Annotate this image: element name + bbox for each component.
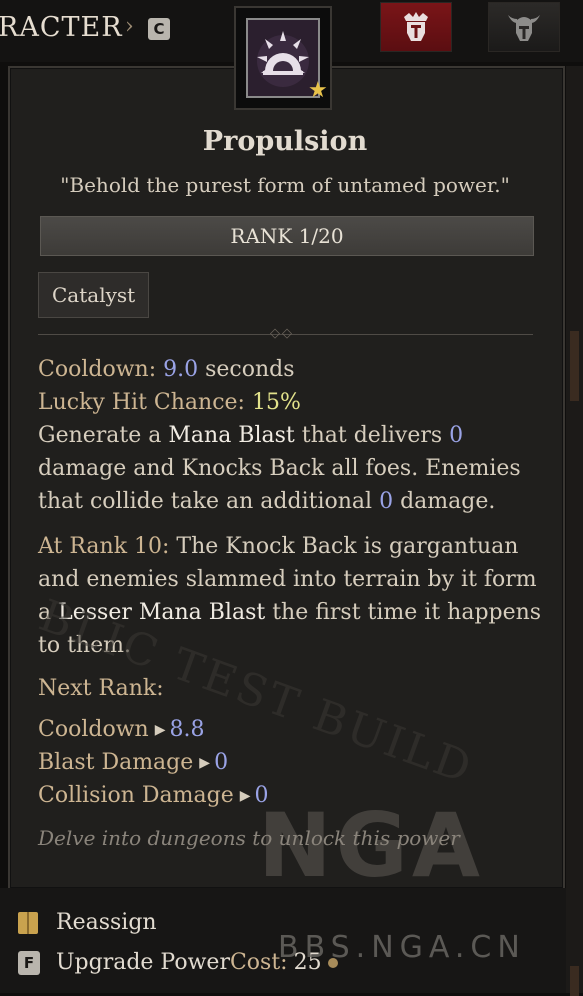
rank10-label: At Rank 10: [38, 534, 170, 559]
rank10-line-2: and enemies slammed into terrain by it f… [38, 567, 537, 592]
favorite-star-icon: ★ [308, 78, 328, 103]
triangle-right-icon: ▶ [239, 788, 251, 804]
nga-url-watermark: BBS.NGA.CN [278, 930, 526, 965]
desc-text: damage. [393, 489, 496, 514]
desc-collision-value: 0 [379, 489, 394, 514]
character-hotkey-badge: C [148, 18, 170, 40]
rank-bar: RANK 1/20 [40, 216, 534, 256]
unlock-hint: Delve into dungeons to unlock this power [38, 826, 460, 850]
upgrade-hotkey-badge: F [18, 950, 40, 975]
tab-equipment[interactable] [488, 2, 560, 52]
helmet-crown-icon [404, 12, 428, 41]
reassign-action[interactable]: Reassign [18, 910, 157, 935]
skill-name: Propulsion [202, 126, 368, 157]
cooldown-label: Cooldown: [38, 357, 157, 382]
reassign-label: Reassign [56, 910, 157, 935]
skill-tag: Catalyst [38, 272, 150, 318]
skill-quote: "Behold the purest form of untamed power… [60, 173, 510, 197]
next-rank-row: Collision Damage ▶ 0 [38, 783, 269, 808]
title-separator: › [125, 14, 134, 39]
next-rank-label: Collision Damage [38, 783, 234, 808]
next-rank-value: 0 [214, 750, 229, 775]
desc-text: that delivers [294, 423, 450, 448]
rank10-line-1: At Rank 10: The Knock Back is gargantuan [38, 534, 518, 559]
cooldown-line: Cooldown: 9.0 seconds [38, 357, 295, 382]
divider-ornament: ◇◇ [270, 326, 294, 341]
next-rank-row: Cooldown ▶ 8.8 [38, 717, 204, 742]
next-rank-label: Blast Damage [38, 750, 194, 775]
desc-keyword-mana-blast: Mana Blast [168, 423, 295, 448]
rank10-text: The Knock Back is gargantuan [169, 534, 519, 559]
desc-damage-value: 0 [449, 423, 464, 448]
next-rank-value: 8.8 [169, 717, 205, 742]
desc-text: that collide take an additional [38, 489, 380, 514]
tab-character[interactable] [380, 2, 452, 52]
horned-helmet-icon [508, 15, 540, 41]
cooldown-value: 9.0 [163, 357, 199, 382]
right-edge-strip [566, 66, 583, 996]
description-line-1: Generate a Mana Blast that delivers 0 [38, 423, 463, 448]
lucky-hit-label: Lucky Hit Chance: [38, 390, 245, 415]
description-line-2: damage and Knocks Back all foes. Enemies [38, 456, 521, 481]
description-line-3: that collide take an additional 0 damage… [38, 489, 495, 514]
skill-sunburst-icon [257, 31, 309, 87]
triangle-right-icon: ▶ [154, 722, 166, 738]
rank10-text: the first time it happens [265, 600, 542, 625]
next-rank-heading: Next Rank: [38, 676, 164, 701]
next-rank-label: Cooldown [38, 717, 149, 742]
edge-accent [570, 331, 579, 401]
desc-text: Generate a [38, 423, 169, 448]
character-panel-title: RACTER [0, 12, 123, 43]
lucky-hit-line: Lucky Hit Chance: 15% [38, 390, 301, 415]
reassign-book-icon [18, 911, 38, 934]
upgrade-label: Upgrade Power [56, 950, 230, 975]
next-rank-row: Blast Damage ▶ 0 [38, 750, 228, 775]
edge-accent [570, 966, 579, 996]
lucky-hit-value: 15% [251, 390, 301, 415]
cooldown-unit: seconds [205, 357, 295, 382]
triangle-right-icon: ▶ [199, 755, 211, 771]
